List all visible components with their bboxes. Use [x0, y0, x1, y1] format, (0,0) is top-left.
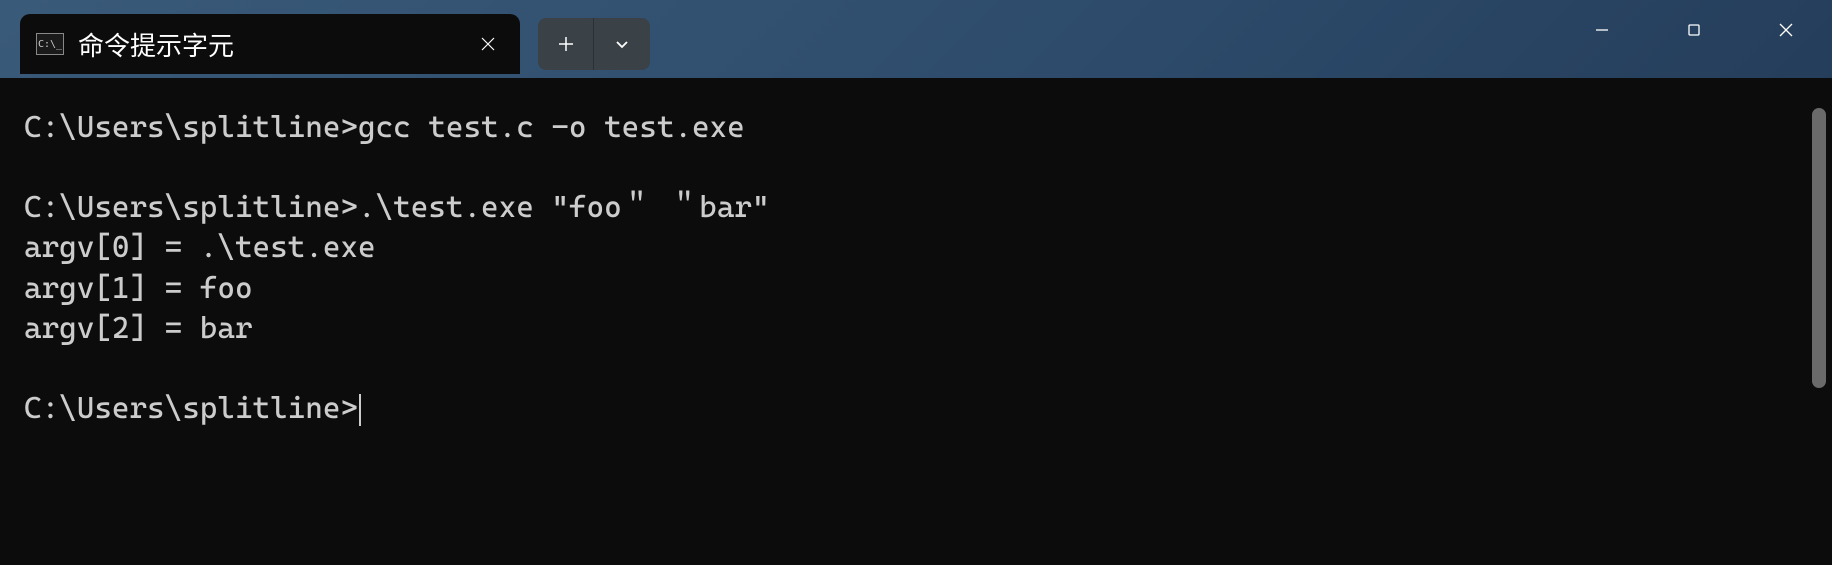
- window-close-button[interactable]: [1740, 0, 1832, 60]
- scrollbar[interactable]: [1812, 108, 1826, 388]
- title-bar: C:\_ 命令提示字元: [0, 0, 1832, 78]
- new-tab-button[interactable]: [538, 18, 594, 70]
- tab-actions: [538, 16, 650, 72]
- terminal-line: [24, 148, 1808, 188]
- cursor: [359, 394, 361, 426]
- maximize-icon: [1686, 22, 1702, 38]
- terminal-line: C:\Users\splitline>.\test.exe "foo＂ ＂bar…: [24, 188, 1808, 228]
- chevron-down-icon: [612, 34, 632, 54]
- terminal-output[interactable]: C:\Users\splitline>gcc test.c -o test.ex…: [0, 78, 1832, 565]
- plus-icon: [556, 34, 576, 54]
- tab-dropdown-button[interactable]: [594, 18, 650, 70]
- close-icon: [1778, 22, 1794, 38]
- active-tab[interactable]: C:\_ 命令提示字元: [20, 14, 520, 74]
- terminal-line: argv[0] = .\test.exe: [24, 228, 1808, 268]
- tab-title: 命令提示字元: [78, 26, 472, 63]
- terminal-line: C:\Users\splitline>gcc test.c -o test.ex…: [24, 108, 1808, 148]
- minimize-icon: [1594, 22, 1610, 38]
- terminal-prompt-line: C:\Users\splitline>: [24, 389, 1808, 429]
- terminal-line: [24, 349, 1808, 389]
- cmd-icon: C:\_: [36, 33, 64, 55]
- window-controls: [1556, 0, 1832, 60]
- terminal-line: argv[1] = foo: [24, 269, 1808, 309]
- close-icon: [480, 36, 496, 52]
- terminal-line: argv[2] = bar: [24, 309, 1808, 349]
- maximize-button[interactable]: [1648, 0, 1740, 60]
- minimize-button[interactable]: [1556, 0, 1648, 60]
- tab-close-button[interactable]: [472, 28, 504, 60]
